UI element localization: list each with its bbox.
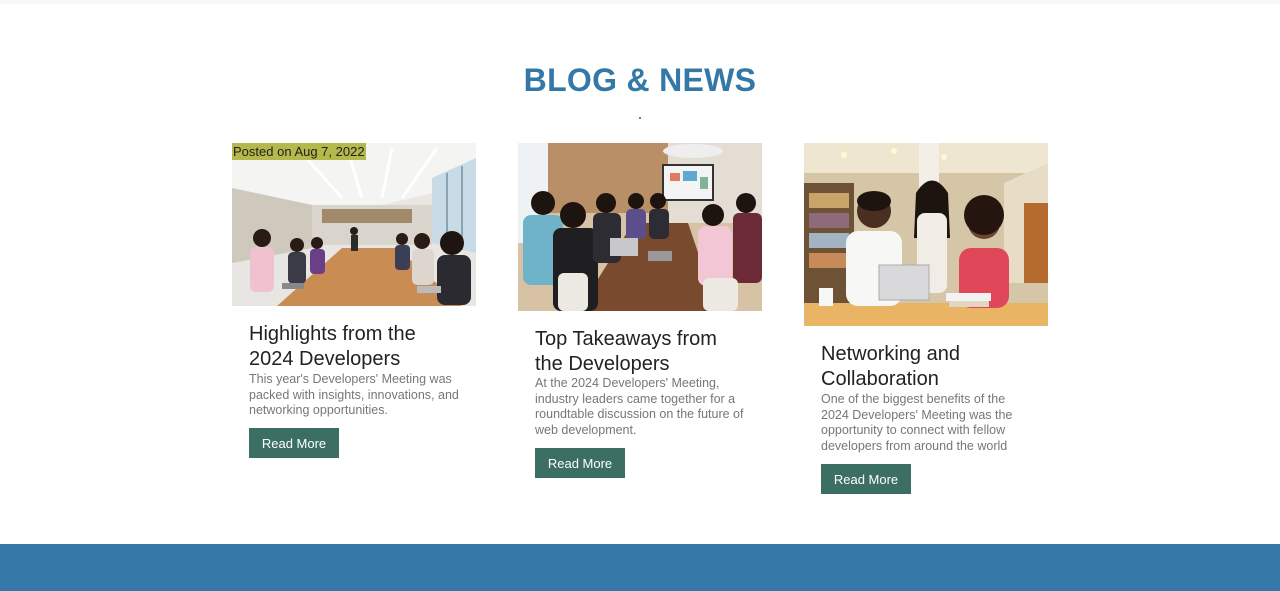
read-more-button[interactable]: Read More [249,428,339,458]
title-divider-dot [639,117,641,119]
posted-date-badge: Posted on Aug 7, 2022 [232,143,366,160]
conference-room-meeting-image[interactable] [232,143,476,306]
card-title: Networking and Collaboration [821,343,960,390]
card-excerpt: This year's Developers' Meeting was pack… [249,372,459,417]
card-title: Top Takeaways from the Developers [535,328,717,375]
read-more-button[interactable]: Read More [535,448,625,478]
card-excerpt: At the 2024 Developers' Meeting, industr… [535,376,744,437]
library-collaboration-image[interactable] [804,143,1048,326]
card-excerpt: One of the biggest benefits of the 2024 … [821,392,1013,453]
card-title: Highlights from the 2024 Developers [249,323,416,370]
footer-band [0,544,1280,591]
roundtable-discussion-image[interactable] [518,143,762,311]
blog-card-1: Posted on Aug 7, 2022 Highlights from th… [232,143,476,463]
top-strip [0,0,1280,4]
section-title: BLOG & NEWS [523,62,757,98]
blog-card-3: Networking and Collaboration One of the … [804,143,1048,498]
read-more-button[interactable]: Read More [821,464,911,494]
blog-card-2: Top Takeaways from the Developers At the… [518,143,762,483]
